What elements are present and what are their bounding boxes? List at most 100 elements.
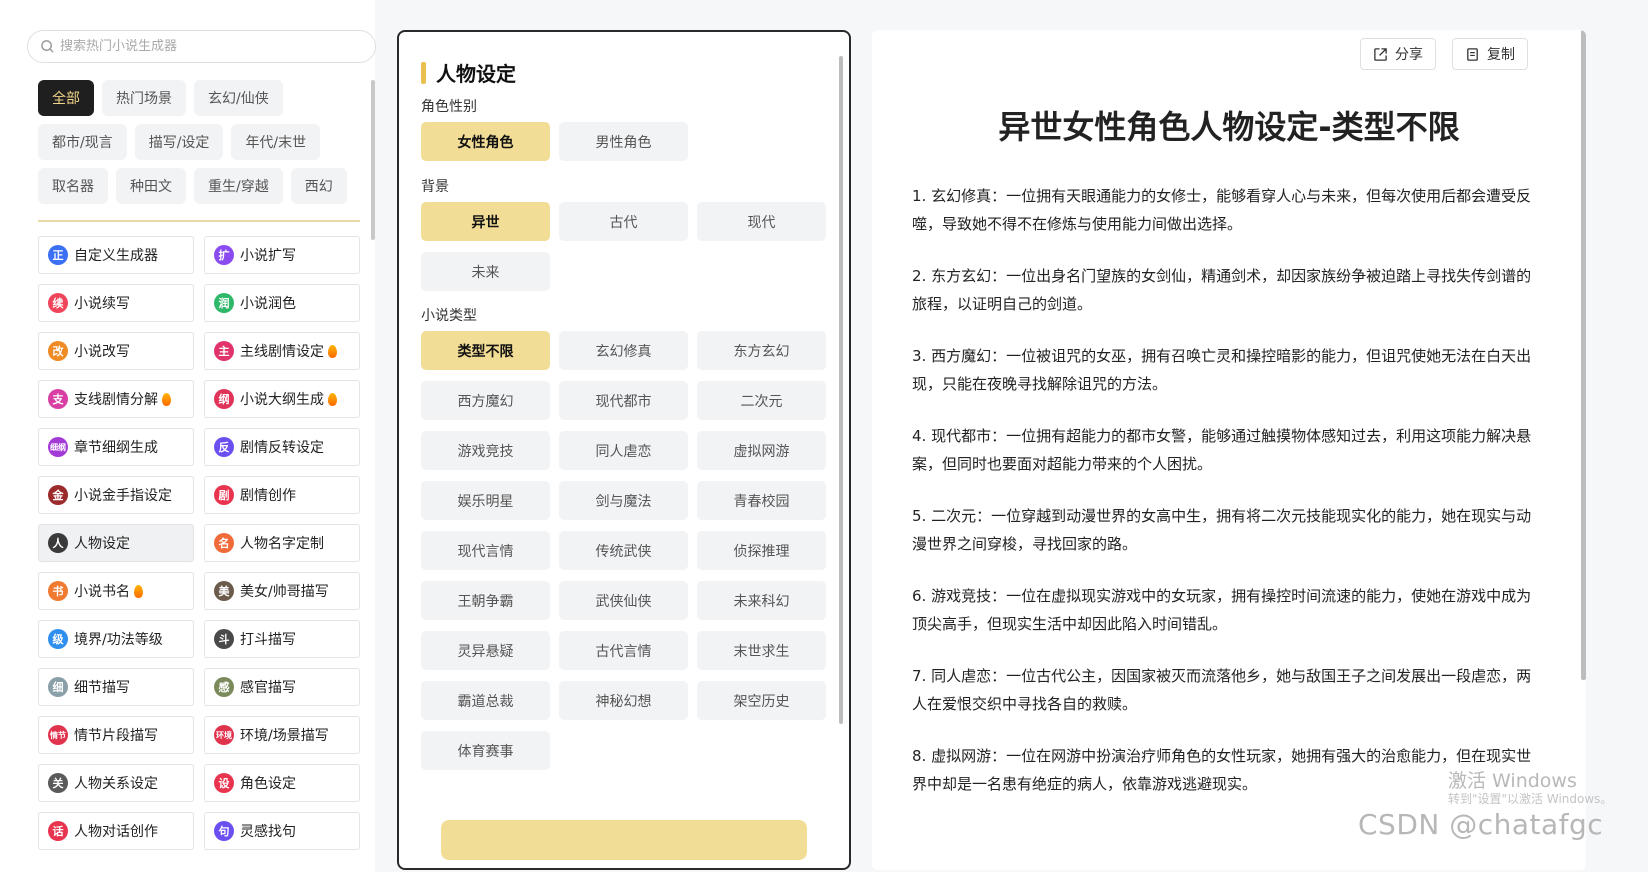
tool-icon: 环境	[214, 725, 234, 745]
tool-item[interactable]: 改小说改写	[38, 332, 194, 370]
tool-item[interactable]: 细纲 章节细纲生成	[38, 428, 194, 466]
tool-item[interactable]: 人人物设定	[38, 524, 194, 562]
option-chip[interactable]: 女性角色	[421, 122, 550, 161]
generator-sidebar: 全部热门场景玄幻/仙侠都市/现言描写/设定年代/末世取名器种田文重生/穿越西幻 …	[0, 0, 376, 872]
tool-item[interactable]: 金小说金手指设定	[38, 476, 194, 514]
group-label-gender: 角色性别	[421, 99, 477, 115]
option-chip[interactable]: 现代	[697, 202, 826, 241]
tool-item[interactable]: 细细节描写	[38, 668, 194, 706]
windows-activation-watermark: 激活 Windows	[1448, 770, 1577, 792]
option-chip[interactable]: 体育赛事	[421, 731, 550, 770]
tool-item[interactable]: 润小说润色	[204, 284, 360, 322]
tool-icon: 金	[48, 485, 68, 505]
share-label: 分享	[1395, 47, 1423, 63]
option-chip[interactable]: 灵异悬疑	[421, 631, 550, 670]
option-chip[interactable]: 霸道总裁	[421, 681, 550, 720]
tool-icon: 纲	[214, 389, 234, 409]
search-input[interactable]	[60, 39, 340, 54]
tool-icon: 细纲	[48, 437, 68, 457]
search-box[interactable]	[27, 30, 376, 63]
tool-label: 小说书名	[74, 584, 130, 600]
result-body: 1. 玄幻修真：一位拥有天眼通能力的女修士，能够看穿人心与未来，但每次使用后都会…	[912, 182, 1542, 822]
category-tab[interactable]: 玄幻/仙侠	[194, 80, 283, 116]
option-chip[interactable]: 王朝争霸	[421, 581, 550, 620]
category-tab[interactable]: 都市/现言	[38, 124, 127, 160]
option-chip[interactable]: 同人虐恋	[559, 431, 688, 470]
tool-item[interactable]: 感感官描写	[204, 668, 360, 706]
share-button[interactable]: 分享	[1360, 38, 1436, 70]
option-chip[interactable]: 现代都市	[559, 381, 688, 420]
option-chip[interactable]: 架空历史	[697, 681, 826, 720]
tool-label: 支线剧情分解	[74, 392, 158, 408]
category-tab[interactable]: 西幻	[290, 168, 347, 204]
copy-button[interactable]: 复制	[1452, 38, 1528, 70]
sidebar-scrollbar[interactable]	[371, 80, 375, 240]
tool-item[interactable]: 反剧情反转设定	[204, 428, 360, 466]
tool-label: 小说润色	[240, 296, 296, 312]
group-label-background: 背景	[421, 179, 449, 195]
tool-item[interactable]: 环境 环境/场景描写	[204, 716, 360, 754]
tool-label: 主线剧情设定	[240, 344, 324, 360]
tool-item[interactable]: 句灵感找句	[204, 812, 360, 850]
category-tab[interactable]: 种田文	[116, 168, 186, 204]
tool-icon: 反	[214, 437, 234, 457]
category-tab[interactable]: 年代/末世	[231, 124, 321, 160]
tool-item[interactable]: 名人物名字定制	[204, 524, 360, 562]
tool-item[interactable]: 主主线剧情设定	[204, 332, 360, 370]
tool-item[interactable]: 支支线剧情分解	[38, 380, 194, 418]
option-chip[interactable]: 侦探推理	[697, 531, 826, 570]
settings-scrollbar[interactable]	[839, 56, 843, 724]
category-tab[interactable]: 描写/设定	[134, 124, 224, 160]
option-chip[interactable]: 未来	[421, 252, 550, 291]
option-chip[interactable]: 武侠仙侠	[559, 581, 688, 620]
option-chip[interactable]: 游戏竞技	[421, 431, 550, 470]
option-chip[interactable]: 古代言情	[559, 631, 688, 670]
tool-icon: 续	[48, 293, 68, 313]
tool-icon: 支	[48, 389, 68, 409]
option-chip[interactable]: 东方玄幻	[697, 331, 826, 370]
option-chip[interactable]: 青春校园	[697, 481, 826, 520]
tool-item[interactable]: 美美女/帅哥描写	[204, 572, 360, 610]
tool-label: 小说续写	[74, 296, 130, 312]
csdn-watermark: CSDN @chatafgc	[1358, 808, 1604, 841]
tool-label: 小说扩写	[240, 248, 296, 264]
settings-title: 人物设定	[421, 58, 516, 87]
category-tab[interactable]: 重生/穿越	[194, 168, 283, 204]
option-chip[interactable]: 神秘幻想	[559, 681, 688, 720]
tool-item[interactable]: 扩小说扩写	[204, 236, 360, 274]
option-chip[interactable]: 末世求生	[697, 631, 826, 670]
tool-item[interactable]: 级境界/功法等级	[38, 620, 194, 658]
windows-activation-hint: 转到"设置"以激活 Windows。	[1448, 792, 1613, 806]
tool-item[interactable]: 设角色设定	[204, 764, 360, 802]
option-chip[interactable]: 玄幻修真	[559, 331, 688, 370]
category-tab[interactable]: 热门场景	[102, 80, 186, 116]
option-chip[interactable]: 虚拟网游	[697, 431, 826, 470]
tool-item[interactable]: 剧剧情创作	[204, 476, 360, 514]
tool-item[interactable]: 续小说续写	[38, 284, 194, 322]
tool-item[interactable]: 关人物关系设定	[38, 764, 194, 802]
option-chip[interactable]: 二次元	[697, 381, 826, 420]
option-chip[interactable]: 传统武侠	[559, 531, 688, 570]
option-chip[interactable]: 现代言情	[421, 531, 550, 570]
option-chip[interactable]: 未来科幻	[697, 581, 826, 620]
option-chip[interactable]: 娱乐明星	[421, 481, 550, 520]
option-chip[interactable]: 异世	[421, 202, 550, 241]
tool-item[interactable]: 正自定义生成器	[38, 236, 194, 274]
category-tab[interactable]: 全部	[38, 80, 94, 116]
tool-icon: 关	[48, 773, 68, 793]
tool-item[interactable]: 书小说书名	[38, 572, 194, 610]
hot-flame-icon	[328, 392, 337, 406]
tool-item[interactable]: 话人物对话创作	[38, 812, 194, 850]
tool-icon: 改	[48, 341, 68, 361]
tool-item[interactable]: 情节 情节片段描写	[38, 716, 194, 754]
category-tab[interactable]: 取名器	[38, 168, 108, 204]
tool-item[interactable]: 纲小说大纲生成	[204, 380, 360, 418]
option-chip[interactable]: 类型不限	[421, 331, 550, 370]
generate-button[interactable]	[441, 820, 807, 860]
tool-icon: 句	[214, 821, 234, 841]
option-chip[interactable]: 剑与魔法	[559, 481, 688, 520]
option-chip[interactable]: 西方魔幻	[421, 381, 550, 420]
option-chip[interactable]: 男性角色	[559, 122, 688, 161]
tool-item[interactable]: 斗打斗描写	[204, 620, 360, 658]
option-chip[interactable]: 古代	[559, 202, 688, 241]
